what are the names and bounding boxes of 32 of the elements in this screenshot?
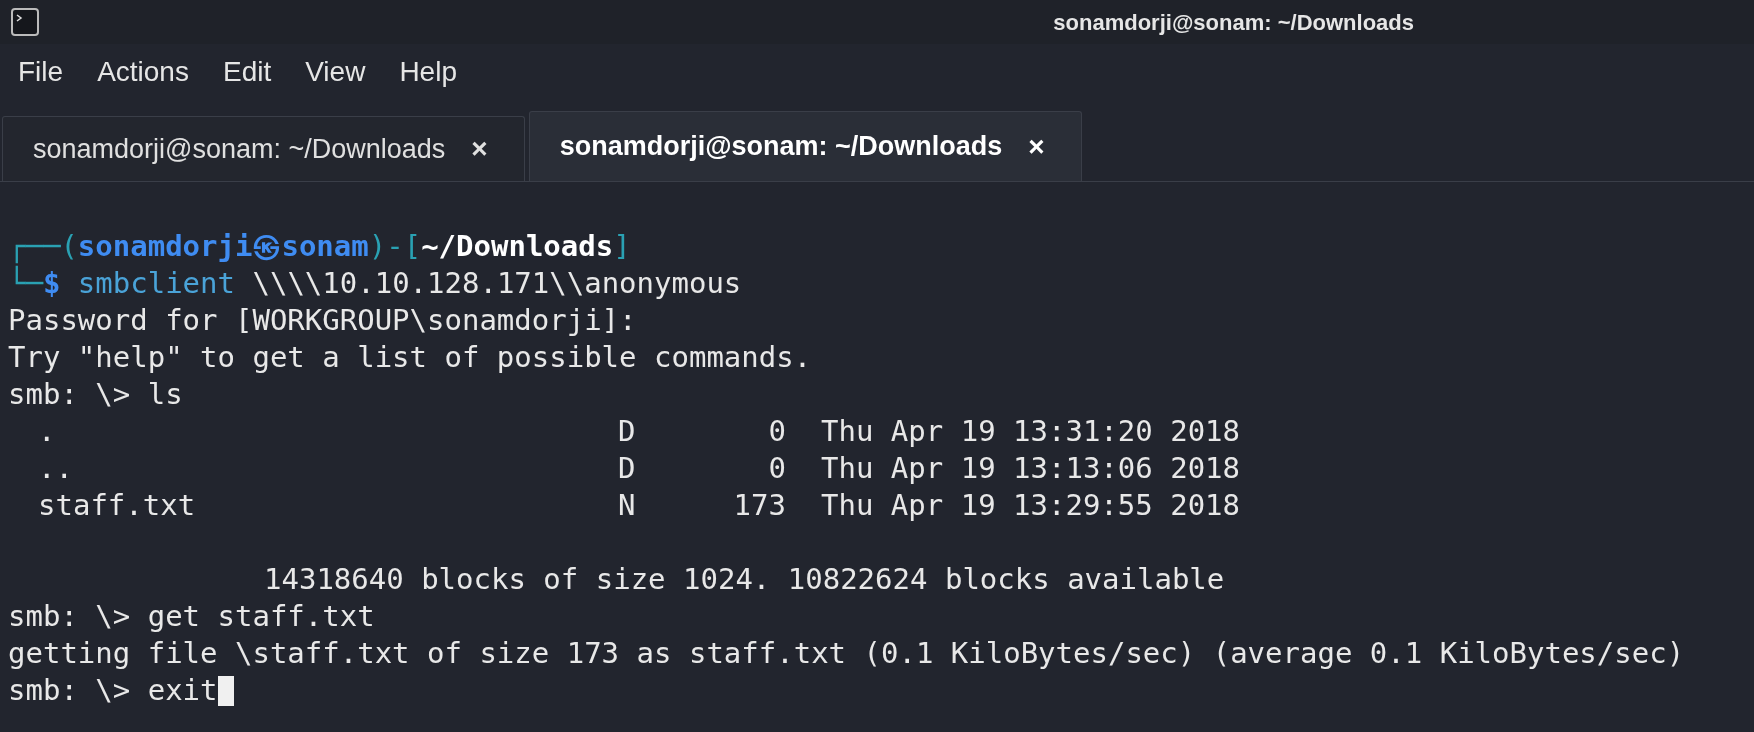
command-line: └─$ smbclient \\\\10.10.128.171\\anonymous: [8, 265, 743, 302]
menu-item[interactable]: Actions: [97, 51, 189, 93]
file-attribute: D: [618, 413, 637, 450]
file-name: staff.txt: [37, 487, 197, 524]
file-date: Thu Apr 19 13:29:55 2018: [820, 487, 1241, 524]
file-size: 0: [767, 413, 786, 450]
file-size: 173: [732, 487, 786, 524]
terminal-line: smb: \> exit: [8, 672, 218, 709]
menu-item[interactable]: Edit: [222, 51, 272, 93]
prompt-line: ┌──(sonamdorji㉿sonam)-[~/Downloads]: [8, 228, 632, 265]
terminal-line: smb: \> get staff.txt: [8, 598, 376, 635]
terminal-line: smb: \> ls: [8, 376, 184, 413]
file-attribute: D: [618, 450, 637, 487]
terminal-tab[interactable]: sonamdorji@sonam: ~/Downloads ×: [528, 111, 1082, 181]
file-size: 0: [767, 450, 786, 487]
terminal-line: Password for [WORKGROUP\sonamdorji]:: [8, 302, 638, 339]
file-date: Thu Apr 19 13:31:20 2018: [820, 413, 1241, 450]
close-icon[interactable]: ×: [471, 128, 488, 170]
terminal-tab[interactable]: sonamdorji@sonam: ~/Downloads ×: [2, 116, 525, 181]
file-date: Thu Apr 19 13:13:06 2018: [820, 450, 1241, 487]
close-icon[interactable]: ×: [1028, 125, 1045, 168]
file-attribute: N: [618, 487, 637, 524]
window-title: sonamdorji@sonam: ~/Downloads: [1053, 8, 1414, 37]
menu-item[interactable]: File: [18, 51, 64, 93]
file-name: .: [37, 413, 57, 450]
terminal-app-icon: [10, 7, 40, 37]
menu-item[interactable]: Help: [399, 51, 457, 93]
terminal-line: 14318640 blocks of size 1024. 10822624 blocks available: [264, 562, 1225, 596]
menu-item[interactable]: View: [305, 51, 366, 93]
file-name: ..: [37, 450, 74, 487]
terminal-line: getting file \staff.txt of size 173 as staff.txt (0.1 KiloBytes/sec) (average 0.1 KiloBytes/sec): [8, 635, 1686, 672]
terminal-line: Try "help" to get a list of possible commands.: [8, 339, 813, 376]
